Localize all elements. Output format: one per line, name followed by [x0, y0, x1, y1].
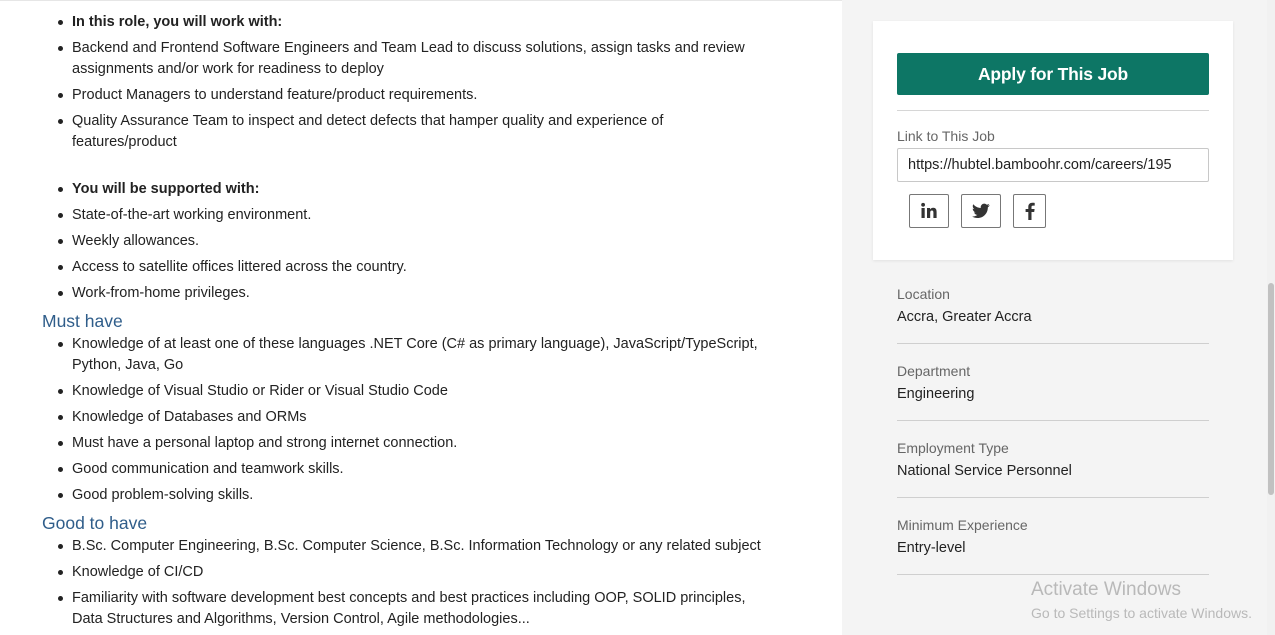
good-to-have-heading: Good to have	[42, 513, 148, 533]
list-item: Backend and Frontend Software Engineers …	[58, 38, 772, 80]
employment-type-label: Employment Type	[897, 440, 1009, 456]
minimum-experience-detail: Minimum Experience Entry-level	[897, 516, 1209, 558]
location-value: Accra, Greater Accra	[897, 309, 1032, 325]
department-detail: Department Engineering	[897, 362, 1209, 404]
list-item: Work-from-home privileges.	[58, 283, 772, 304]
facebook-icon	[1025, 202, 1035, 220]
employment-type-detail: Employment Type National Service Personn…	[897, 439, 1209, 481]
list-item: Knowledge of Databases and ORMs	[58, 407, 772, 428]
location-detail: Location Accra, Greater Accra	[897, 285, 1209, 327]
card-divider	[897, 110, 1209, 111]
list-item: Must have a personal laptop and strong i…	[58, 433, 772, 454]
job-link-label: Link to This Job	[897, 128, 995, 144]
location-label: Location	[897, 286, 950, 302]
minimum-experience-value: Entry-level	[897, 540, 966, 556]
department-value: Engineering	[897, 386, 975, 402]
job-description-pane: In this role, you will work with: Backen…	[0, 0, 842, 635]
list-item: Knowledge of CI/CD	[58, 562, 772, 583]
list-item: Access to satellite offices littered acr…	[58, 257, 772, 278]
list-item: Familiarity with software development be…	[58, 588, 772, 630]
watermark-title: Activate Windows	[1031, 579, 1181, 600]
apply-card: Apply for This Job Link to This Job	[873, 21, 1233, 260]
linkedin-icon	[921, 202, 937, 218]
list-item: Quality Assurance Team to inspect and de…	[58, 111, 772, 153]
list-item: State-of-the-art working environment.	[58, 205, 772, 226]
detail-divider	[897, 497, 1209, 498]
list-item: B.Sc. Computer Engineering, B.Sc. Comput…	[58, 536, 772, 557]
job-link-input[interactable]	[897, 148, 1209, 182]
list-item: Knowledge of Visual Studio or Rider or V…	[58, 381, 772, 402]
minimum-experience-label: Minimum Experience	[897, 517, 1028, 533]
department-label: Department	[897, 363, 971, 379]
detail-divider	[897, 574, 1209, 575]
twitter-icon	[972, 203, 990, 219]
list-item: Good communication and teamwork skills.	[58, 459, 772, 480]
detail-divider	[897, 420, 1209, 421]
watermark-subtitle: Go to Settings to activate Windows.	[1031, 605, 1252, 621]
list-item: Knowledge of at least one of these langu…	[58, 334, 772, 376]
employment-type-value: National Service Personnel	[897, 463, 1072, 479]
scrollbar-thumb[interactable]	[1268, 283, 1274, 495]
list-item: Weekly allowances.	[58, 231, 772, 252]
list-item: Product Managers to understand feature/p…	[58, 85, 772, 106]
list-item: Good problem-solving skills.	[58, 485, 772, 506]
apply-button[interactable]: Apply for This Job	[897, 53, 1209, 95]
twitter-share-button[interactable]	[961, 194, 1001, 228]
must-have-heading: Must have	[42, 311, 123, 331]
linkedin-share-button[interactable]	[909, 194, 949, 228]
list-item: You will be supported with:	[58, 179, 772, 200]
facebook-share-button[interactable]	[1013, 194, 1046, 228]
page-scrollbar[interactable]	[1267, 0, 1275, 635]
detail-divider	[897, 343, 1209, 344]
windows-activation-watermark: Activate Windows Go to Settings to activ…	[1031, 578, 1252, 622]
list-item: In this role, you will work with:	[58, 12, 772, 33]
